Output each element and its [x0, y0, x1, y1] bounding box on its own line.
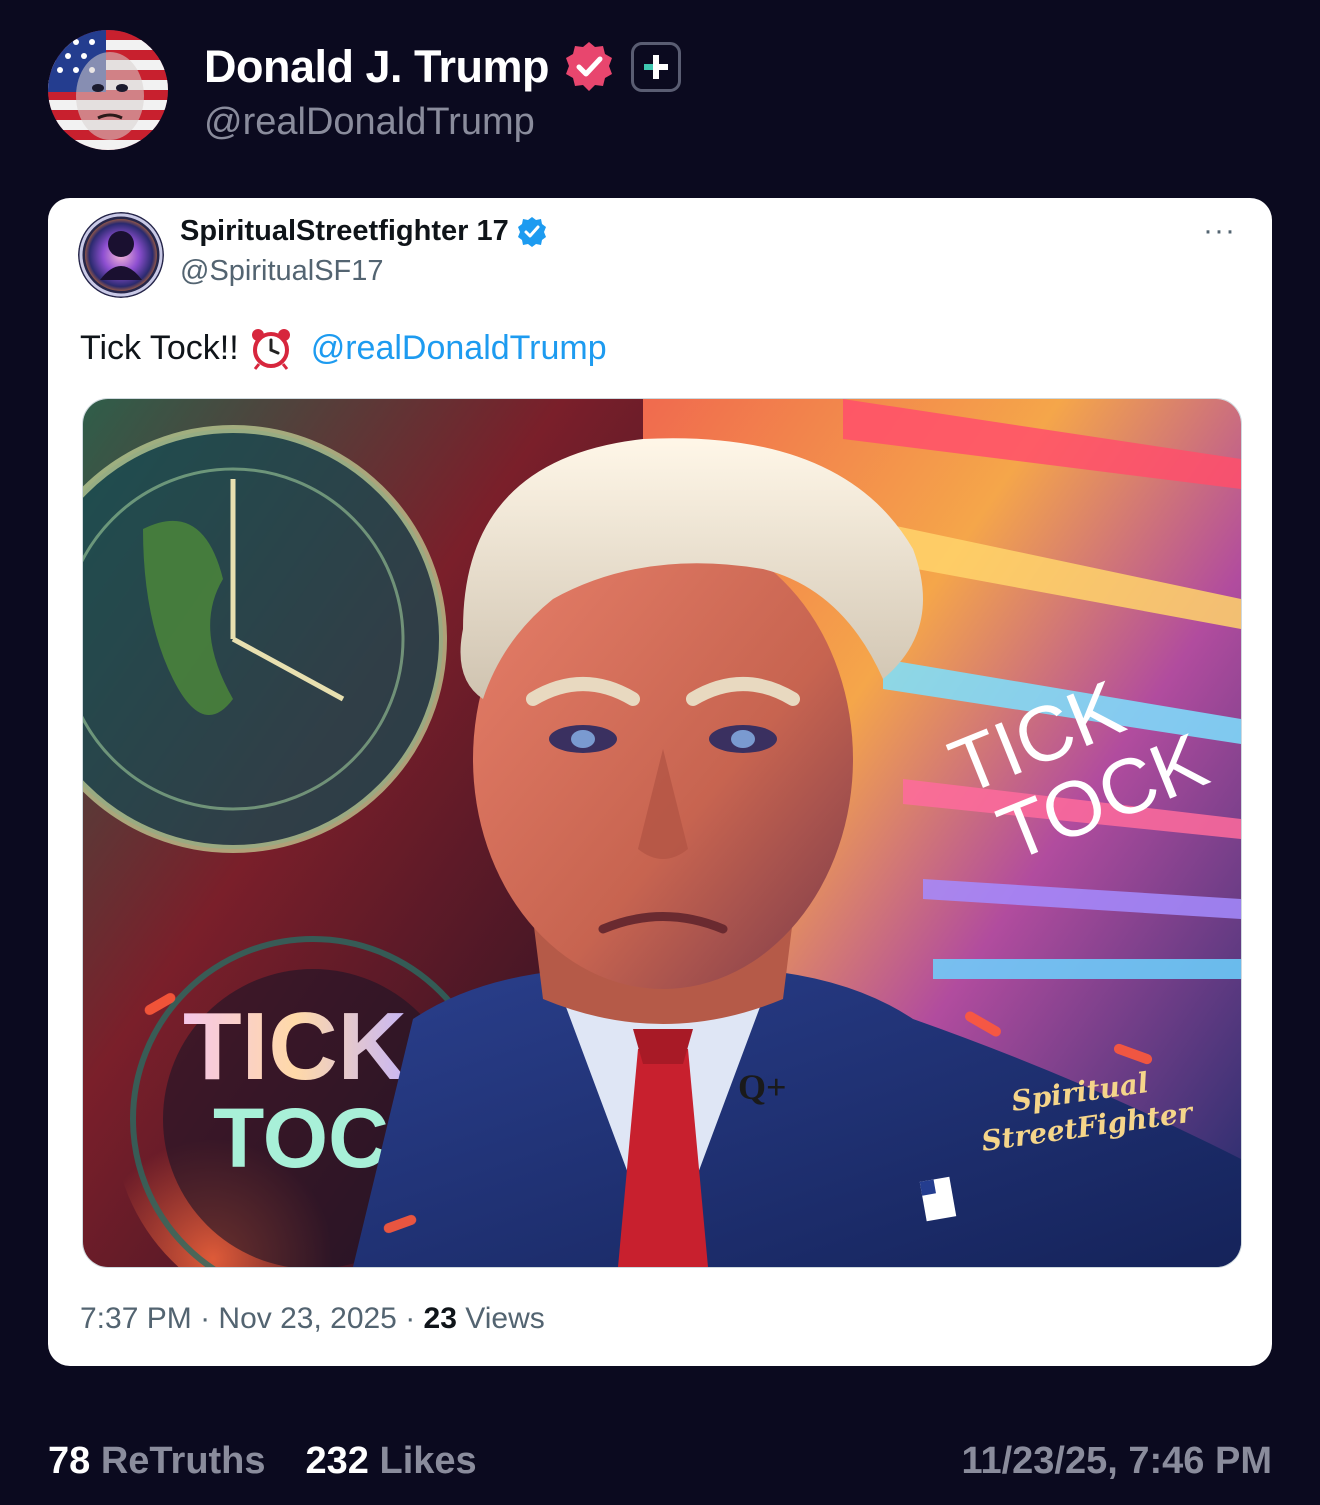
retruths-stat[interactable]: 78 ReTruths — [48, 1440, 266, 1483]
views-label: Views — [456, 1302, 545, 1335]
embed-author-handle[interactable]: @SpiritualSF17 — [180, 255, 549, 288]
author-handle[interactable]: @realDonaldTrump — [204, 101, 681, 144]
likes-stat[interactable]: 232 Likes — [306, 1440, 477, 1483]
tick-text-left: TICK — [183, 993, 407, 1100]
post-text: Tick Tock!! — [80, 328, 239, 367]
post-header: Donald J. Trump @realDonaldTrump — [48, 30, 682, 150]
author-display-name[interactable]: Donald J. Trump — [204, 41, 550, 93]
post-timestamp: 11/23/25, 7:46 PM — [961, 1440, 1272, 1482]
alarm-clock-icon — [249, 326, 293, 370]
author-name-row: Donald J. Trump — [204, 37, 682, 97]
post-footer: 78 ReTruths 232 Likes 11/23/25, 7:46 PM — [48, 1440, 1272, 1483]
retruths-label: ReTruths — [90, 1440, 266, 1482]
plus-icon[interactable] — [631, 41, 682, 92]
author-avatar[interactable] — [48, 30, 168, 150]
likes-count: 232 — [305, 1440, 369, 1482]
embed-time: 7:37 PM — [80, 1302, 192, 1335]
flag-portrait-avatar-icon — [48, 30, 168, 150]
meta-separator: · — [396, 1302, 424, 1335]
embed-header: SpiritualStreetfighter 17 @SpiritualSF17 — [78, 212, 549, 298]
embed-date: Nov 23, 2025 — [218, 1302, 397, 1335]
verified-badge-icon — [561, 39, 617, 95]
embed-meta-line: 7:37 PM · Nov 23, 2025 · 23 Views — [80, 1302, 545, 1336]
blue-verified-icon — [515, 215, 549, 249]
meta-separator: · — [191, 1302, 219, 1335]
post-image[interactable]: TICK TOCK Q+ Spiritual StreetFighter TIC… — [82, 398, 1242, 1268]
views-count: 23 — [423, 1302, 457, 1335]
embedded-post-card[interactable]: SpiritualStreetfighter 17 @SpiritualSF17… — [48, 198, 1272, 1366]
q-pin-text: Q+ — [738, 1067, 787, 1107]
likes-label: Likes — [368, 1440, 477, 1482]
silhouette-avatar-icon — [78, 212, 164, 298]
portrait-artwork: TICK TOCK Q+ Spiritual StreetFighter TIC… — [83, 399, 1241, 1267]
embed-name-row: SpiritualStreetfighter 17 — [180, 215, 549, 249]
embed-author-avatar[interactable] — [78, 212, 164, 298]
mention-link[interactable]: @realDonaldTrump — [311, 329, 607, 368]
embed-author-display-name[interactable]: SpiritualStreetfighter 17 — [180, 215, 509, 248]
author-identity: Donald J. Trump @realDonaldTrump — [204, 37, 682, 144]
retruths-count: 78 — [48, 1440, 91, 1482]
embed-author-identity: SpiritualStreetfighter 17 @SpiritualSF17 — [180, 215, 549, 288]
embed-post-text: Tick Tock!! @realDonaldTrump — [80, 326, 607, 370]
more-options-button[interactable]: ··· — [1203, 214, 1236, 248]
